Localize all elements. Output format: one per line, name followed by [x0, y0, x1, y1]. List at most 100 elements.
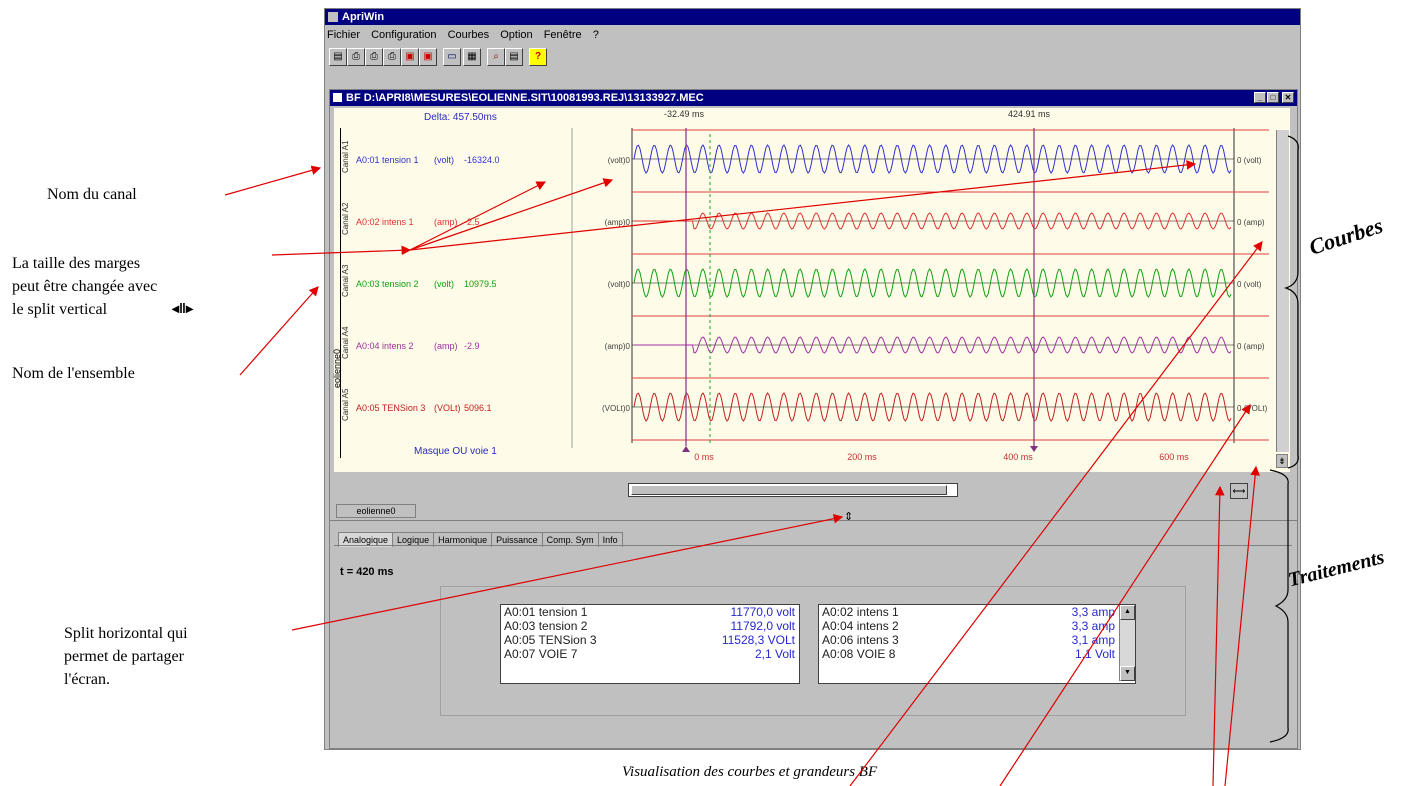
- menu-bar: Fichier Configuration Courbes Option Fen…: [325, 26, 1300, 44]
- group-tab[interactable]: eolienne0: [336, 504, 416, 518]
- curves-chart[interactable]: A0:01 tension 1 (volt) -16324.0 (volt)0 0 (v…: [334, 108, 1290, 472]
- app-titlebar[interactable]: ApriWin: [325, 9, 1300, 25]
- channel-name: A0:03 tension 2: [356, 279, 419, 289]
- list-item[interactable]: A0:03 tension 2 11792,0 volt: [501, 619, 799, 633]
- values-list-right[interactable]: A0:02 intens 1 3,3 amp A0:04 intens 2 3,3 a…: [818, 604, 1136, 684]
- scroll-up-icon[interactable]: ▲: [1120, 605, 1135, 620]
- list-item[interactable]: A0:06 intens 3 3,1 amp: [819, 633, 1119, 647]
- annot-split-h-1: Split horizontal qui: [64, 625, 188, 642]
- zoom-icon[interactable]: ⌕: [487, 48, 505, 66]
- curves-edit-icon[interactable]: ▣: [419, 48, 437, 66]
- x-tick-label: 400 ms: [1003, 452, 1033, 462]
- channel-unit: (volt): [434, 155, 454, 165]
- print-preview-icon[interactable]: ⎙: [365, 48, 383, 66]
- menu-configuration[interactable]: Configuration: [371, 29, 436, 41]
- channel-value: -16324.0: [464, 155, 500, 165]
- list-item-name: A0:03 tension 2: [504, 619, 588, 633]
- fit-vertical-icon[interactable]: ⇟: [1276, 454, 1288, 468]
- list-item-name: A0:02 intens 1: [822, 605, 899, 619]
- horizontal-scrollbar[interactable]: [628, 483, 958, 497]
- app-title: ApriWin: [342, 11, 385, 23]
- list-item-value: 3,3 amp: [1071, 605, 1115, 619]
- x-tick-label: 200 ms: [847, 452, 877, 462]
- channel-right-unit: 0 (volt): [1237, 156, 1262, 165]
- list-item-value: 1,1 Volt: [1074, 647, 1115, 661]
- close-icon[interactable]: ✕: [1282, 92, 1294, 103]
- menu-option[interactable]: Option: [500, 29, 532, 41]
- monitor-icon[interactable]: ▭: [443, 48, 461, 66]
- child-titlebar[interactable]: BF D:\APRI8\MESURES\EOLIENNE.SIT\1008199…: [330, 90, 1297, 106]
- annot-marges-1: La taille des marges: [12, 255, 141, 272]
- open-file-icon[interactable]: ▤: [329, 48, 347, 66]
- channel-unit: (VOLt): [434, 403, 461, 413]
- curves-icon[interactable]: ▣: [401, 48, 419, 66]
- scroll-thumb[interactable]: [631, 485, 947, 495]
- list-scrollbar[interactable]: ▲ ▼: [1119, 605, 1135, 681]
- menu-fenetre[interactable]: Fenêtre: [544, 29, 582, 41]
- list-item[interactable]: A0:02 intens 1 3,3 amp: [819, 605, 1119, 619]
- channel-name: A0:04 intens 2: [356, 341, 414, 351]
- list-item-name: A0:05 TENSion 3: [504, 633, 597, 647]
- list-item-name: A0:08 VOIE 8: [822, 647, 896, 661]
- child-icon: [333, 93, 342, 102]
- print-setup-icon[interactable]: ⎙: [383, 48, 401, 66]
- channel-right-unit: 0 (VOLt): [1237, 404, 1268, 413]
- calculator-icon[interactable]: ▦: [463, 48, 481, 66]
- channel-unit: (volt): [434, 279, 454, 289]
- channel-value: -2.9: [464, 341, 480, 351]
- help-icon[interactable]: ?: [529, 48, 547, 66]
- channel-unit: (amp): [434, 217, 458, 227]
- app-icon: [328, 12, 338, 22]
- channel-left-unit: (amp)0: [605, 342, 631, 351]
- bf-child-window: BF D:\APRI8\MESURES\EOLIENNE.SIT\1008199…: [329, 89, 1298, 749]
- app-window: ApriWin Fichier Configuration Courbes Op…: [324, 8, 1301, 750]
- channel-value: 5096.1: [464, 403, 492, 413]
- vertical-split-icon: ◂‖▸: [172, 300, 194, 316]
- annot-nom-canal: Nom du canal: [47, 186, 137, 203]
- list-item-name: A0:04 intens 2: [822, 619, 899, 633]
- annot-marges-2: peut être changée avec: [12, 278, 158, 295]
- list-item-value: 11528,3 VOLt: [721, 633, 795, 647]
- channel-value: -2.5: [464, 217, 480, 227]
- list-item-value: 11770,0 volt: [730, 605, 796, 619]
- list-item-value: 3,1 amp: [1071, 633, 1115, 647]
- canal-label: Canal A4: [341, 326, 350, 359]
- list-item[interactable]: A0:07 VOIE 7 2,1 Volt: [501, 647, 799, 661]
- channel-name: A0:02 intens 1: [356, 217, 414, 227]
- arrow-nom-canal: [224, 165, 322, 196]
- plot-area: Delta: 457.50ms -32.49 ms 424.91 ms eoli…: [332, 108, 1290, 472]
- toolbar: ▤ ⎙ ⎙ ⎙ ▣ ▣ ▭ ▦ ⌕ ▤ ?: [325, 44, 1300, 72]
- menu-fichier[interactable]: Fichier: [327, 29, 360, 41]
- channel-name: A0:05 TENSion 3: [356, 403, 425, 413]
- channel-left-unit: (VOLt)0: [602, 404, 631, 413]
- minimize-icon[interactable]: _: [1254, 92, 1266, 103]
- list-item[interactable]: A0:08 VOIE 8 1,1 Volt: [819, 647, 1119, 661]
- list-item-value: 2,1 Volt: [754, 647, 795, 661]
- canal-label: Canal A3: [341, 264, 350, 297]
- menu-courbes[interactable]: Courbes: [448, 29, 490, 41]
- list-item-value: 3,3 amp: [1071, 619, 1115, 633]
- vertical-scrollbar[interactable]: [1276, 130, 1289, 452]
- menu-help[interactable]: ?: [593, 29, 599, 41]
- tab-baseline: [334, 545, 1292, 546]
- channel-unit: (amp): [434, 341, 458, 351]
- list-item[interactable]: A0:04 intens 2 3,3 amp: [819, 619, 1119, 633]
- scroll-down-icon[interactable]: ▼: [1120, 666, 1135, 681]
- mask-label: Masque OU voie 1: [414, 446, 497, 457]
- annot-marges-3: le split vertical: [12, 301, 108, 318]
- list-item[interactable]: A0:05 TENSion 3 11528,3 VOLt: [501, 633, 799, 647]
- list-item-value: 11792,0 volt: [730, 619, 796, 633]
- fit-horizontal-icon[interactable]: ⟷: [1230, 483, 1248, 499]
- split-handle-icon[interactable]: ⇕: [844, 510, 853, 523]
- print-icon[interactable]: ⎙: [347, 48, 365, 66]
- values-list-left[interactable]: A0:01 tension 1 11770,0 volt A0:03 tension…: [500, 604, 800, 684]
- split-divider[interactable]: [330, 520, 1297, 521]
- settings-icon[interactable]: ▤: [505, 48, 523, 66]
- maximize-icon[interactable]: □: [1267, 92, 1279, 103]
- list-item[interactable]: A0:01 tension 1 11770,0 volt: [501, 605, 799, 619]
- channel-left-unit: (amp)0: [605, 218, 631, 227]
- channel-right-unit: 0 (amp): [1237, 342, 1265, 351]
- annot-courbes: Courbes: [1306, 212, 1386, 260]
- canal-label: Canal A1: [341, 140, 350, 173]
- annot-nom-ensemble: Nom de l'ensemble: [12, 365, 135, 382]
